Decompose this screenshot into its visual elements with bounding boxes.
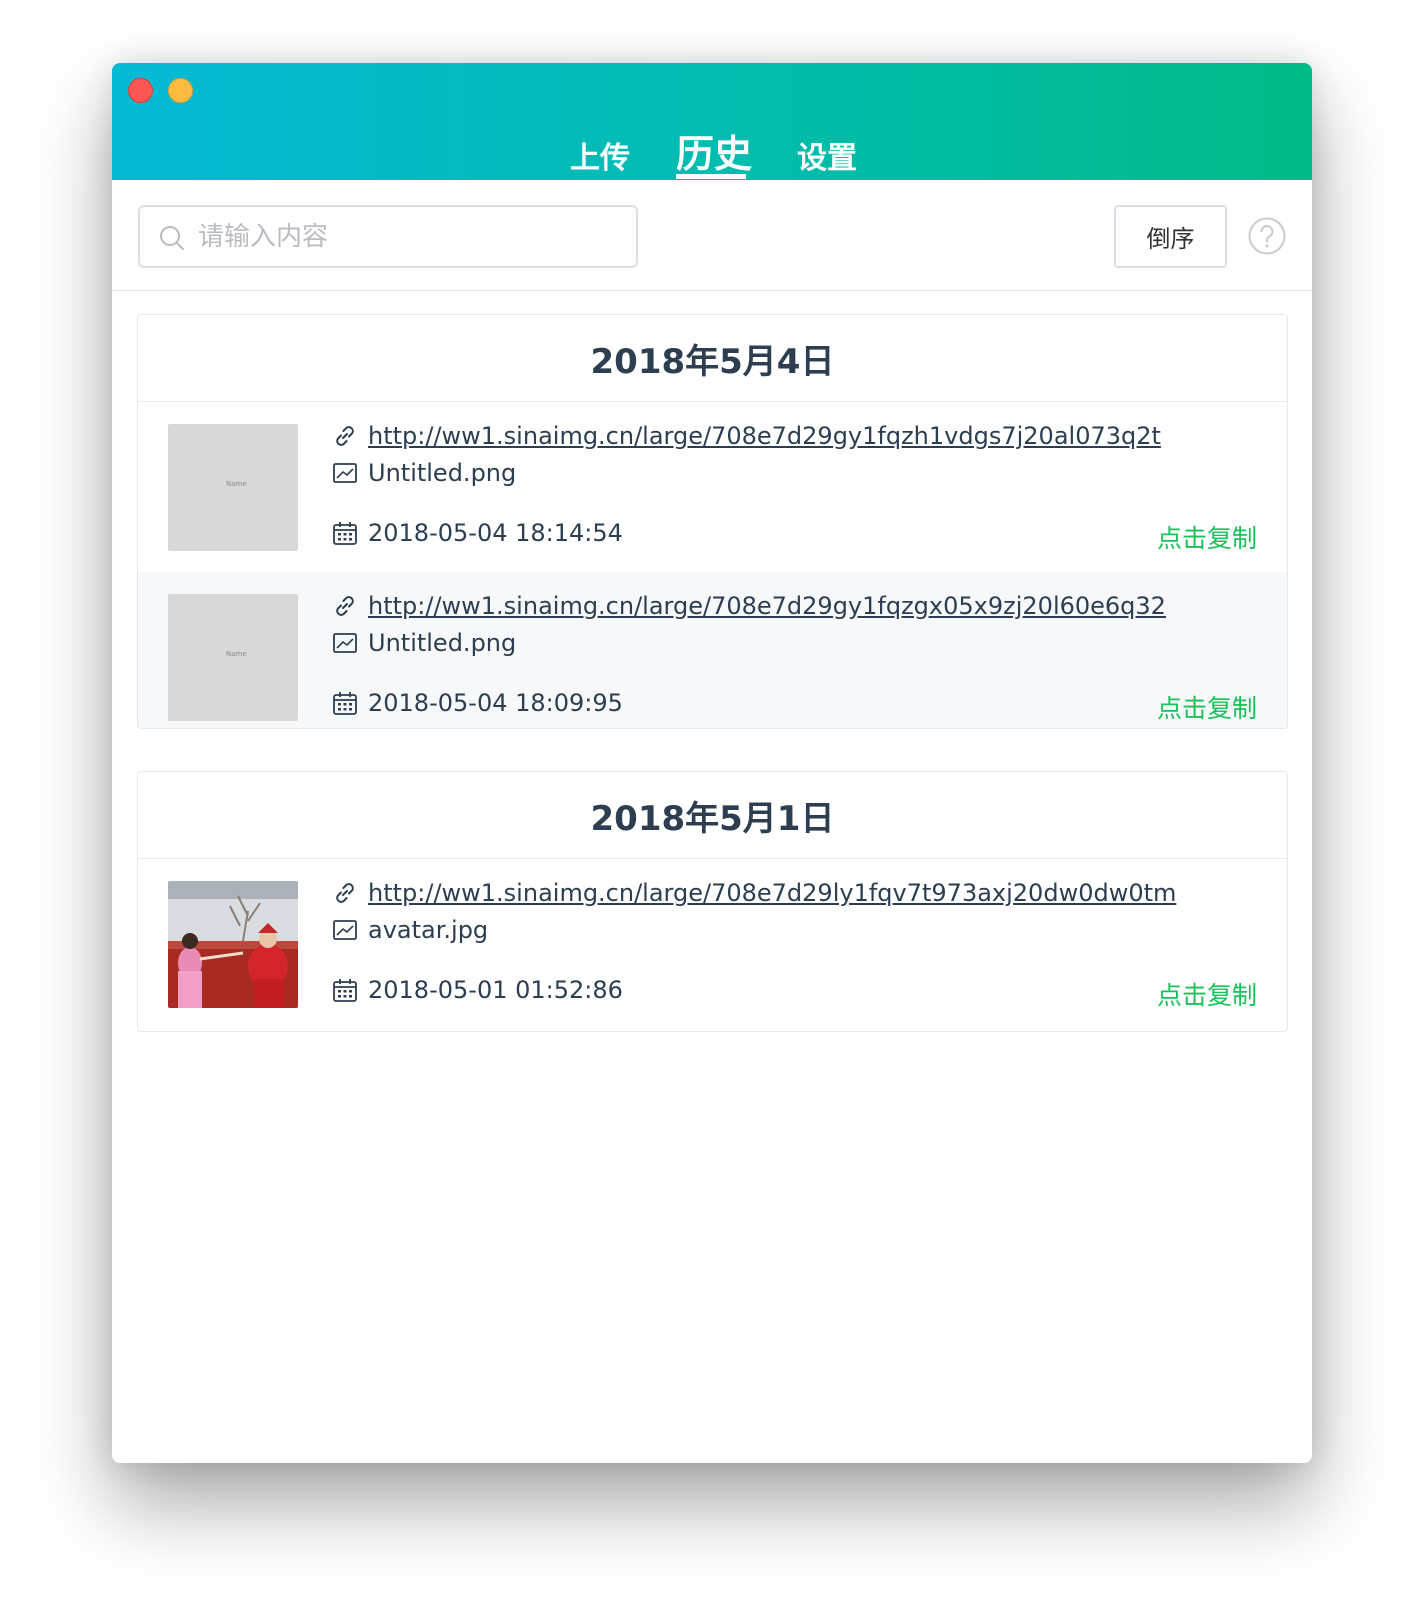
upload-time: 2018-05-04 18:09:95 — [368, 689, 623, 717]
group-date-header: 2018年5月1日 — [138, 772, 1287, 859]
image-file-icon — [333, 633, 357, 653]
history-item: http://ww1.sinaimg.cn/large/708e7d29ly1f… — [138, 859, 1287, 1029]
history-item: Name http://ww1.sinaimg.cn/large/708e7d2… — [138, 572, 1287, 728]
image-url-link[interactable]: http://ww1.sinaimg.cn/large/708e7d29ly1f… — [368, 879, 1176, 907]
sort-reverse-button[interactable]: 倒序 — [1114, 205, 1227, 268]
link-icon — [336, 426, 354, 446]
image-file-icon — [333, 920, 357, 940]
upload-time: 2018-05-04 18:14:54 — [368, 519, 623, 547]
search-box — [138, 205, 638, 268]
search-icon — [160, 226, 184, 250]
calendar-icon — [333, 692, 357, 715]
image-thumbnail[interactable] — [168, 881, 298, 1008]
image-url-link[interactable]: http://ww1.sinaimg.cn/large/708e7d29gy1f… — [368, 592, 1166, 620]
file-name: avatar.jpg — [368, 916, 489, 944]
upload-time: 2018-05-01 01:52:86 — [368, 976, 623, 1004]
image-thumbnail[interactable]: Name — [168, 424, 298, 551]
group-date-header: 2018年5月4日 — [138, 315, 1287, 402]
nav-tabs: 上传 历史 设置 — [112, 63, 1312, 180]
history-group: 2018年5月1日 http://ww1.sinaimg.cn/large/70… — [137, 771, 1288, 1032]
link-icon — [336, 596, 354, 616]
file-name: Untitled.png — [368, 629, 517, 657]
thumbnail-text: Name — [226, 650, 247, 658]
copy-link-button[interactable]: 点击复制 — [1157, 519, 1257, 555]
toolbar: 倒序 — [112, 180, 1312, 291]
image-url-link[interactable]: http://ww1.sinaimg.cn/large/708e7d29gy1f… — [368, 422, 1161, 450]
calendar-icon — [333, 979, 357, 1002]
app-window: 上传 历史 设置 倒序 2018年5月4日 Name — [112, 63, 1312, 1463]
search-input[interactable] — [198, 215, 618, 259]
calendar-icon — [333, 522, 357, 545]
link-icon — [336, 883, 354, 903]
tab-settings[interactable]: 设置 — [797, 133, 857, 177]
file-name: Untitled.png — [368, 459, 517, 487]
history-group: 2018年5月4日 Name http://ww1.sinaimg.cn/lar… — [137, 314, 1288, 729]
thumbnail-text: Name — [226, 480, 247, 488]
copy-link-button[interactable]: 点击复制 — [1157, 689, 1257, 725]
image-thumbnail[interactable]: Name — [168, 594, 298, 721]
tab-history[interactable]: 历史 — [676, 123, 752, 178]
help-icon[interactable] — [1247, 216, 1287, 256]
avatar-photo — [168, 881, 298, 1008]
active-tab-indicator — [676, 174, 746, 179]
history-item: Name http://ww1.sinaimg.cn/large/708e7d2… — [138, 402, 1287, 572]
image-file-icon — [333, 463, 357, 483]
title-bar: 上传 历史 设置 — [112, 63, 1312, 180]
copy-link-button[interactable]: 点击复制 — [1157, 976, 1257, 1012]
tab-upload[interactable]: 上传 — [570, 133, 630, 177]
